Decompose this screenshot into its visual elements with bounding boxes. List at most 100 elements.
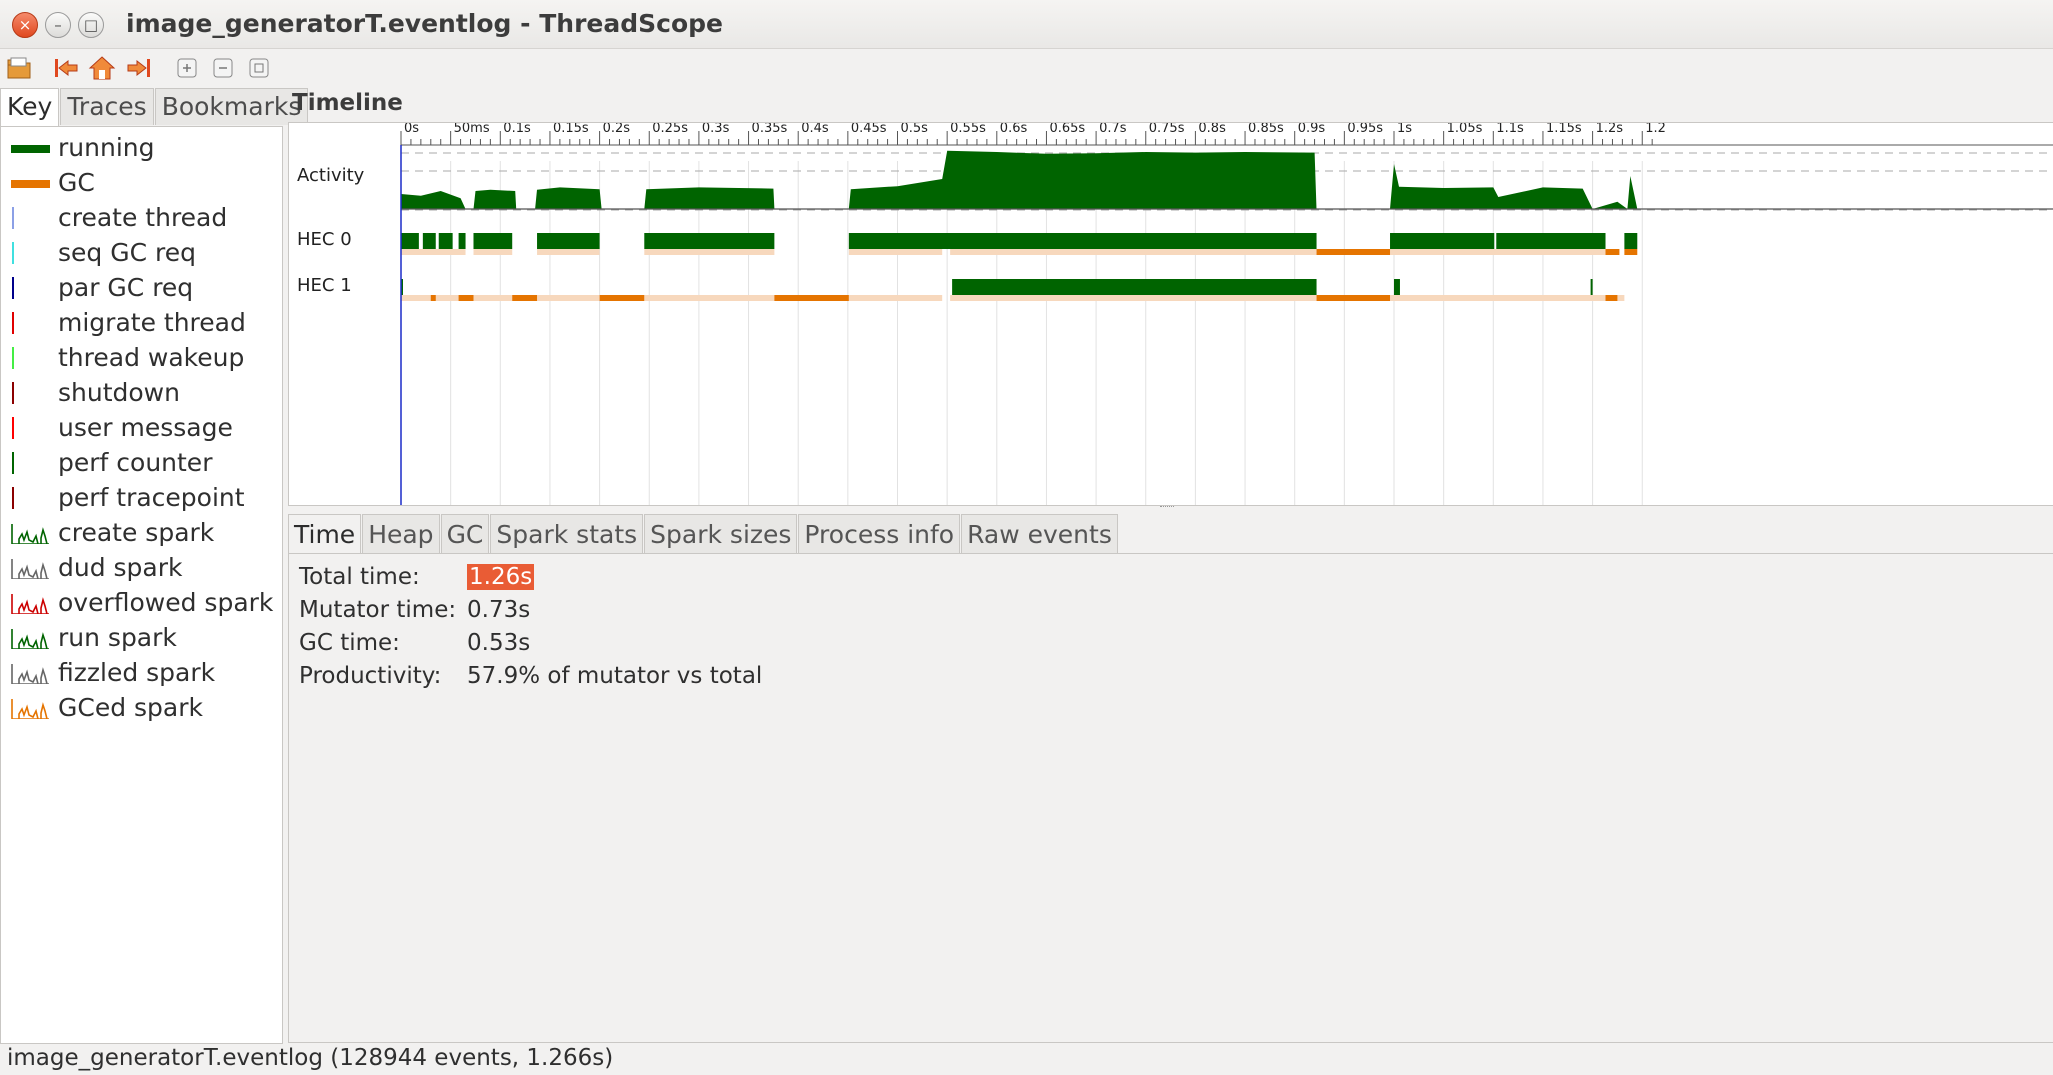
run-spark-swatch-icon (11, 629, 49, 649)
hec0-gc-light-bar (537, 249, 600, 255)
hec1-running-bar (1394, 279, 1400, 295)
key-item-perf-tracepoint: perf tracepoint (1, 481, 281, 515)
tab-key[interactable]: Key (0, 88, 60, 127)
tab-gc[interactable]: GC (440, 514, 490, 553)
hec1-gc-bar (1605, 295, 1618, 301)
activity-area (401, 150, 1659, 209)
key-label: migrate thread (58, 308, 246, 337)
key-item-dud-spark: dud spark (1, 551, 281, 585)
ruler-tick-label: 0s (404, 123, 419, 136)
hec0-running-bar (1624, 233, 1638, 249)
key-item-create-thread: create thread (1, 201, 281, 235)
hec0-running-bar (458, 233, 466, 249)
key-item-migrate-thread: migrate thread (1, 306, 281, 340)
ruler-tick-label: 0.55s (950, 123, 986, 136)
hec1-gc-light-bar (473, 295, 513, 301)
hec1-gc-light-bar (848, 295, 943, 301)
ruler-tick-label: 1.05s (1447, 123, 1483, 136)
tab-bookmarks[interactable]: Bookmarks (154, 88, 309, 125)
pane-resize-handle[interactable] (1160, 506, 1174, 511)
total-time-highlight[interactable]: 1.26s (467, 564, 535, 590)
jump-end-icon[interactable] (125, 54, 153, 82)
tab-raw-events[interactable]: Raw events (961, 514, 1118, 553)
tab-spark-sizes[interactable]: Spark sizes (644, 514, 798, 553)
timeline-canvas[interactable]: 0s 50ms 0.1s 0.15s 0.2s 0.25s 0.3s 0.35s 0.4s 0.4… (289, 121, 2053, 505)
ruler-tick-label: 0.95s (1347, 123, 1383, 136)
mutator-time-value[interactable]: 0.73s (467, 597, 530, 623)
key-label: GC (58, 168, 95, 197)
maximize-window-button[interactable]: □ (78, 12, 104, 38)
ruler-tick-label: 0.4s (801, 123, 829, 136)
row-label-hec-1: HEC 1 (297, 275, 352, 296)
key-label: overflowed spark (58, 588, 274, 617)
jump-start-icon[interactable] (52, 54, 80, 82)
hec1-gc-light-bar (1617, 295, 1625, 301)
ruler-tick-label: 0.65s (1049, 123, 1085, 136)
ruler-tick-label: 0.45s (851, 123, 887, 136)
key-label: create spark (58, 518, 215, 547)
ruler-tick-label: 0.25s (652, 123, 688, 136)
running-swatch-icon (11, 145, 50, 153)
migrate-thread-swatch-icon (12, 312, 14, 334)
hec1-gc-bar (512, 295, 538, 301)
hec0-gc-bar (1316, 249, 1391, 255)
ruler-tick-label: 1.15s (1546, 123, 1582, 136)
key-label: perf tracepoint (58, 483, 245, 512)
gc-time-value[interactable]: 0.53s (467, 630, 530, 656)
key-item-GC: GC (1, 166, 281, 200)
ruler-tick-label: 0.5s (901, 123, 929, 136)
close-window-button[interactable]: × (12, 12, 38, 38)
create-thread-swatch-icon (12, 207, 14, 229)
productivity-value[interactable]: 57.9% of mutator vs total (467, 663, 762, 689)
home-icon[interactable] (88, 54, 116, 82)
hec0-gc-light-bar (1390, 249, 1606, 255)
tab-process-info[interactable]: Process info (798, 514, 961, 553)
zoom-in-icon[interactable] (173, 54, 201, 82)
productivity-label: Productivity: (299, 663, 442, 689)
timeline-heading: Timeline (292, 90, 403, 116)
key-item-shutdown: shutdown (1, 376, 281, 410)
hec0-running-bar (644, 233, 775, 249)
key-label: thread wakeup (58, 343, 245, 372)
ruler-tick-label: 0.3s (702, 123, 730, 136)
key-item-thread-wakeup: thread wakeup (1, 341, 281, 375)
title-bar: × – □ image_generatorT.eventlog - Thread… (0, 0, 2053, 49)
ruler-tick-label: 0.9s (1298, 123, 1326, 136)
overflowed-spark-swatch-icon (11, 594, 49, 614)
ruler-tick-label: 0.8s (1198, 123, 1226, 136)
shutdown-swatch-icon (12, 382, 14, 404)
total-time-label: Total time: (299, 564, 420, 590)
open-file-icon[interactable] (5, 54, 33, 82)
total-time-value: 1.26s (467, 564, 535, 590)
tab-heap[interactable]: Heap (362, 514, 440, 553)
hec1-gc-bar (599, 295, 645, 301)
tab-time[interactable]: Time (288, 514, 362, 553)
hec0-running-bar (422, 233, 436, 249)
ruler-tick-label: 0.2s (603, 123, 631, 136)
tab-traces[interactable]: Traces (60, 88, 154, 125)
key-label: GCed spark (58, 693, 203, 722)
minimize-window-button[interactable]: – (45, 12, 71, 38)
left-panel: Key Traces Bookmarks running GC create thr… (0, 88, 309, 1044)
zoom-fit-icon[interactable] (245, 54, 273, 82)
timeline-view[interactable]: 0s 50ms 0.1s 0.15s 0.2s 0.25s 0.3s 0.35s 0.4s 0.4… (288, 121, 2053, 506)
zoom-out-icon[interactable] (209, 54, 237, 82)
hec1-gc-light-bar (644, 295, 775, 301)
key-item-fizzled-spark: fizzled spark (1, 656, 281, 690)
key-item-overflowed-spark: overflowed spark (1, 586, 281, 620)
hec1-gc-bar (774, 295, 849, 301)
user-message-swatch-icon (12, 417, 14, 439)
key-item-user-message: user message (1, 411, 281, 445)
key-item-GCed-spark: GCed spark (1, 691, 281, 725)
key-label: dud spark (58, 553, 183, 582)
par-GC-req-swatch-icon (12, 277, 14, 299)
hec1-running-bar (1590, 279, 1593, 295)
hec0-gc-bar (1605, 249, 1620, 255)
ruler-tick-label: 0.35s (752, 123, 788, 136)
key-label: perf counter (58, 448, 213, 477)
tab-spark-stats[interactable]: Spark stats (490, 514, 644, 553)
ruler-tick-label: 1.2s (1596, 123, 1624, 136)
ruler-tick-label: 0.75s (1149, 123, 1185, 136)
key-item-seq-GC-req: seq GC req (1, 236, 281, 270)
key-item-run-spark: run spark (1, 621, 281, 655)
